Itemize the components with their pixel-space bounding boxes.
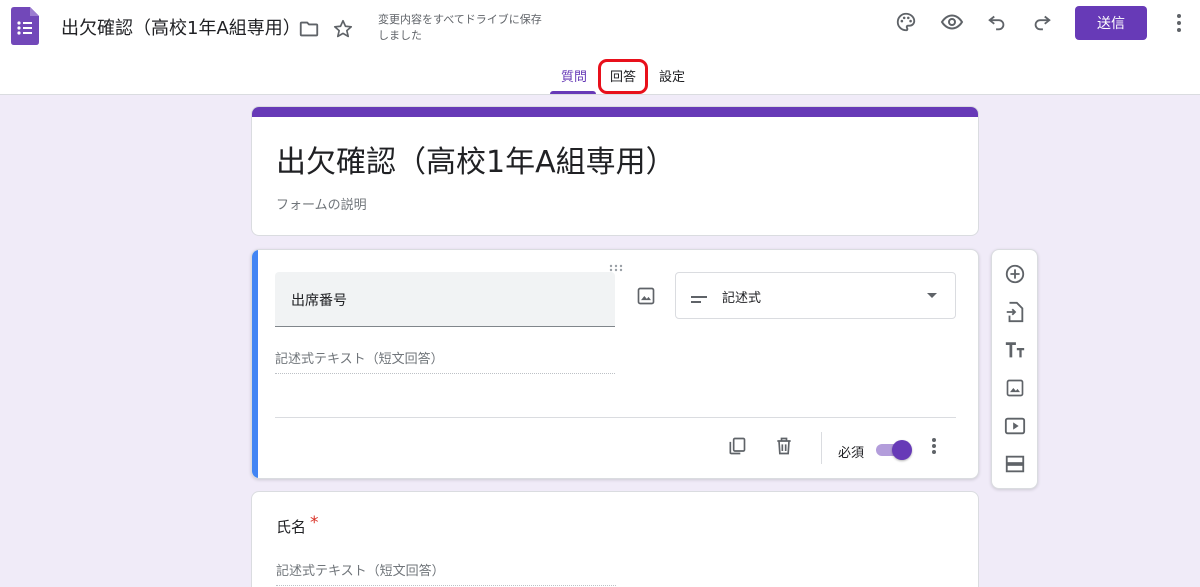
preview-eye-icon[interactable] [938,8,966,36]
delete-icon[interactable] [772,434,796,458]
accent-bar [252,107,978,117]
more-vert-icon[interactable] [1165,9,1193,37]
app-header: 出欠確認（高校1年A組専用） 変更内容をすべてドライブに保存しました 送信 質問… [0,0,1200,95]
palette-icon[interactable] [892,8,920,36]
form-title-card: 出欠確認（高校1年A組専用） フォームの説明 [251,106,979,236]
card-divider [275,417,956,418]
save-status-text: 変更内容をすべてドライブに保存しました [378,13,542,42]
send-button[interactable]: 送信 [1075,6,1147,40]
document-title[interactable]: 出欠確認（高校1年A組専用） [61,14,301,40]
responses-tab-highlight [598,59,648,94]
required-toggle[interactable] [874,440,912,460]
add-question-icon[interactable] [1003,262,1027,286]
import-questions-icon[interactable] [1003,300,1027,324]
add-image-icon[interactable] [1003,376,1027,400]
tab-questions[interactable]: 質問 [561,66,587,85]
footer-separator [821,432,822,464]
star-icon[interactable] [329,15,357,43]
question-card[interactable]: 氏名 * 記述式テキスト（短文回答） [251,491,979,587]
short-answer-icon [691,289,707,308]
answer-placeholder: 記述式テキスト（短文回答） [275,348,615,374]
add-section-icon[interactable] [1003,452,1027,476]
add-title-icon[interactable] [1003,338,1027,362]
drag-handle-icon[interactable] [608,257,624,272]
redo-icon[interactable] [1028,8,1056,36]
question-type-dropdown[interactable]: 記述式 [675,272,956,319]
chevron-down-icon [927,293,937,298]
question-card-active[interactable]: 出席番号 記述式 記述式テキスト（短文回答） 必須 [251,249,979,479]
active-indicator-bar [252,250,258,478]
folder-icon[interactable] [295,15,323,43]
tab-settings[interactable]: 設定 [659,66,685,85]
answer-placeholder: 記述式テキスト（短文回答） [276,560,616,586]
toggle-knob [892,440,912,460]
form-title[interactable]: 出欠確認（高校1年A組専用） [276,137,676,181]
form-description-field[interactable]: フォームの説明 [276,194,367,213]
question-type-label: 記述式 [722,291,762,306]
forms-logo-icon[interactable] [11,7,39,45]
question-more-vert-icon[interactable] [922,434,946,458]
add-image-icon[interactable] [634,284,658,308]
duplicate-icon[interactable] [725,434,749,458]
required-label: 必須 [838,446,865,461]
question-title-input[interactable]: 出席番号 [275,272,615,327]
question-title-text: 出席番号 [291,293,347,309]
add-video-icon[interactable] [1003,414,1027,438]
floating-toolbar [991,249,1038,489]
required-asterisk: * [310,513,319,533]
active-tab-indicator [550,91,596,94]
undo-icon[interactable] [983,8,1011,36]
question-title: 氏名 [276,518,307,536]
